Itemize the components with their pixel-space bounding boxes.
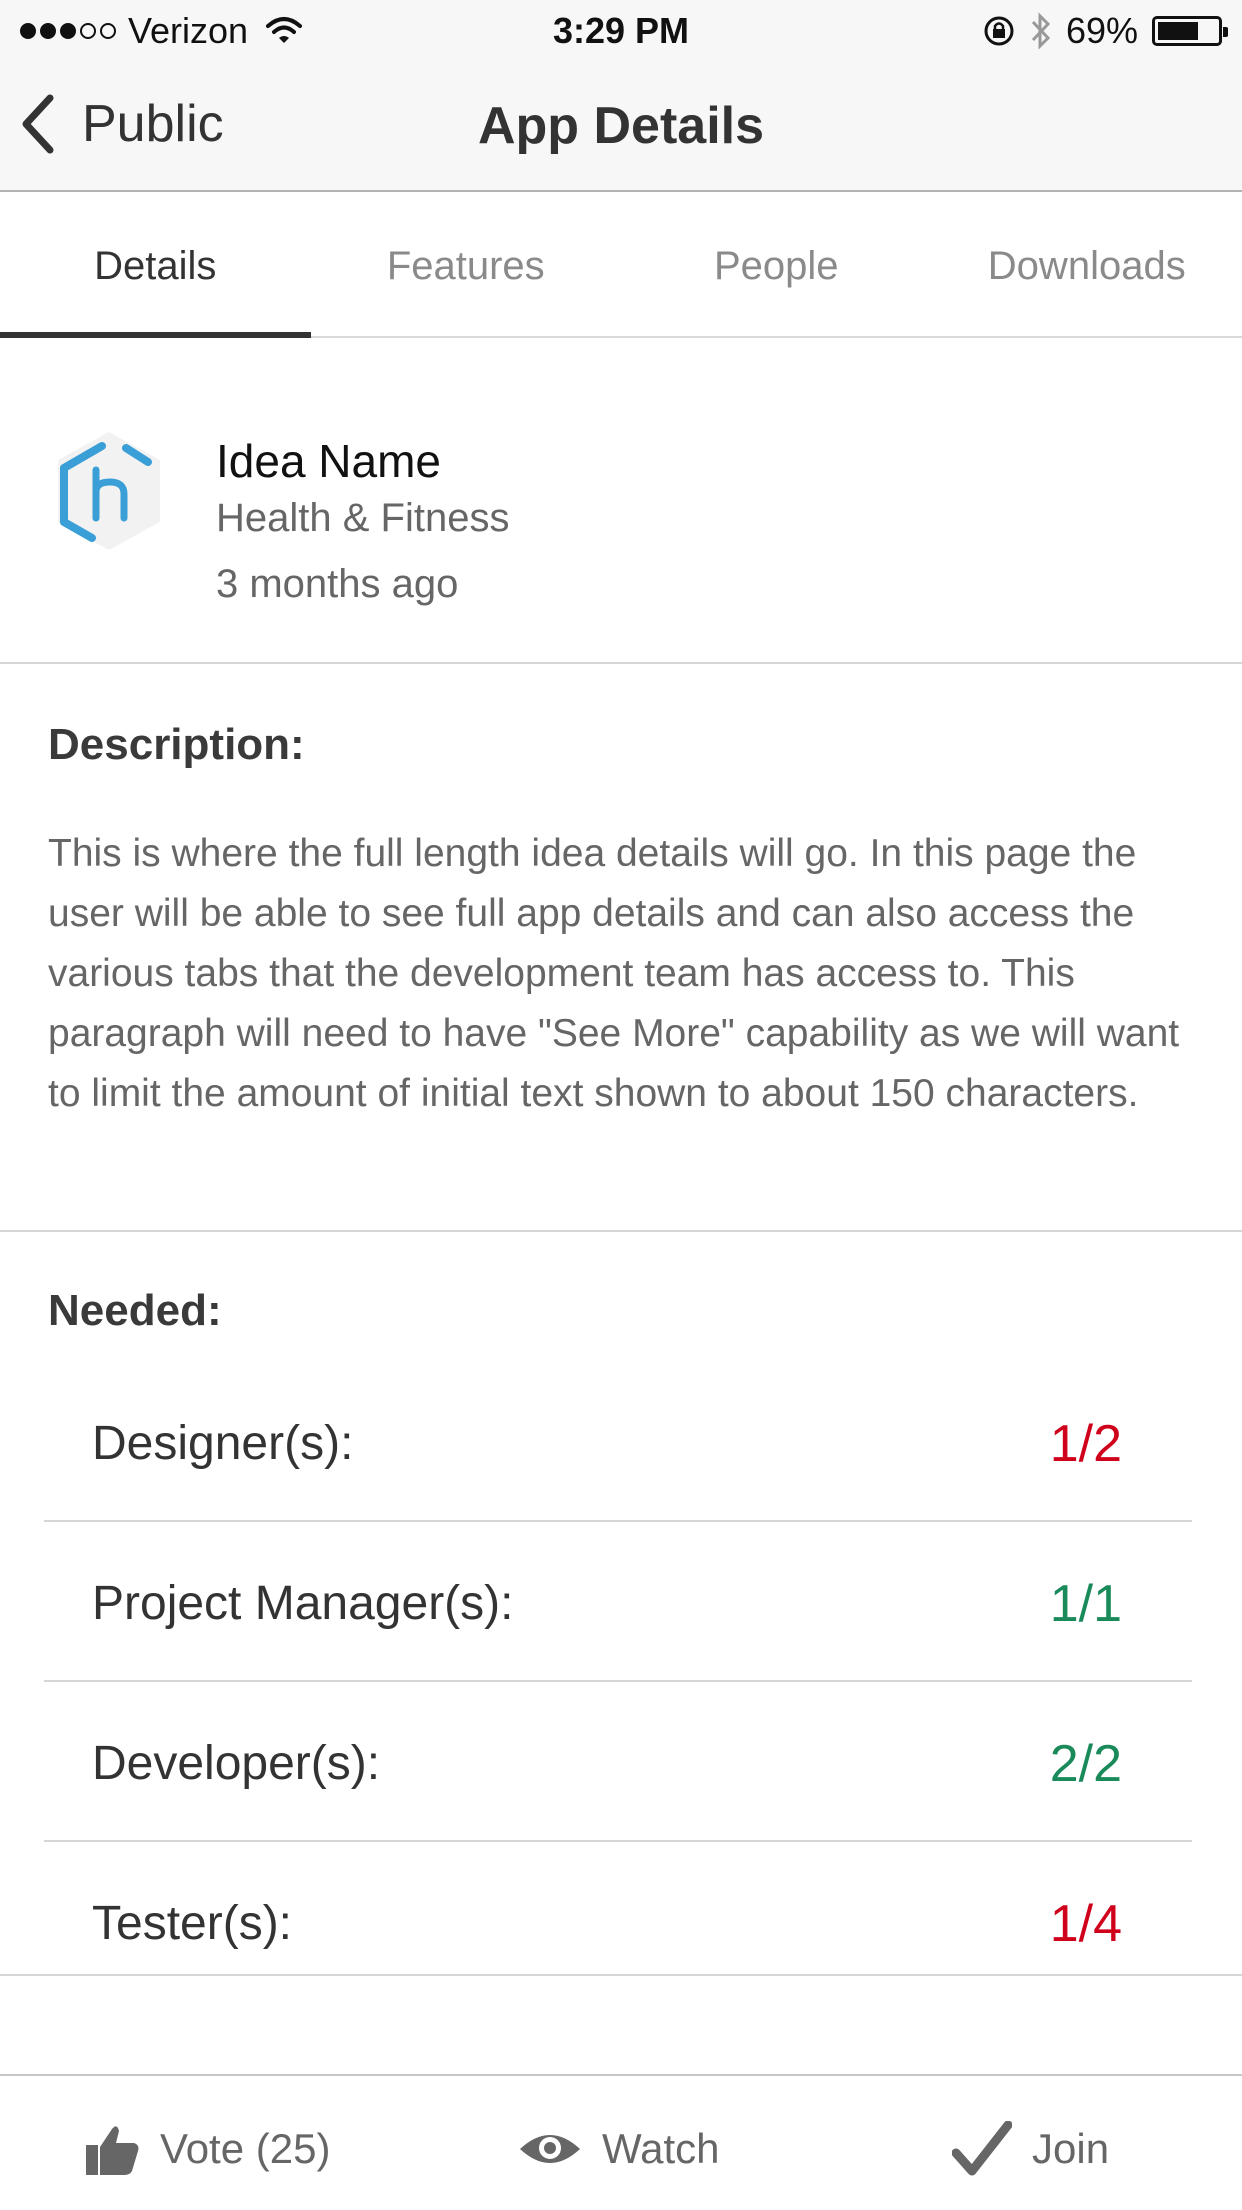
app-header: Idea Name Health & Fitness 3 months ago: [0, 338, 1242, 664]
navigation-bar: Public App Details: [0, 62, 1242, 192]
description-title: Description:: [48, 720, 305, 770]
role-row-designers: Designer(s): 1/2: [44, 1362, 1192, 1522]
status-bar: Verizon 3:29 PM 69%: [0, 0, 1242, 62]
tab-bar: Details Features People Downloads: [0, 192, 1242, 338]
description-text: This is where the full length idea detai…: [48, 824, 1198, 1124]
app-logo-icon: [44, 426, 174, 556]
role-count: 1/1: [1050, 1574, 1122, 1634]
app-name: Idea Name: [216, 434, 441, 488]
bottom-toolbar: Vote (25) Watch Join: [0, 2074, 1242, 2210]
thumbs-up-icon: [84, 2121, 140, 2177]
back-button[interactable]: Public: [20, 92, 224, 156]
role-count: 2/2: [1050, 1734, 1122, 1794]
watch-button-label: Watch: [602, 2125, 719, 2173]
eye-icon: [518, 2129, 582, 2169]
rotation-lock-icon: [982, 14, 1016, 48]
role-label: Tester(s):: [92, 1896, 292, 1951]
app-category: Health & Fitness: [216, 496, 509, 541]
tab-details[interactable]: Details: [0, 192, 311, 336]
role-count: 1/2: [1050, 1414, 1122, 1474]
description-section: Description: This is where the full leng…: [0, 664, 1242, 1232]
role-label: Developer(s):: [92, 1736, 380, 1791]
tab-downloads[interactable]: Downloads: [932, 192, 1242, 336]
needed-title: Needed:: [48, 1286, 222, 1336]
battery-icon: [1152, 16, 1222, 46]
role-row-testers: Tester(s): 1/4: [44, 1842, 1192, 2000]
chevron-left-icon: [20, 94, 56, 154]
bluetooth-icon: [1030, 12, 1052, 50]
join-button[interactable]: Join: [952, 2114, 1109, 2184]
tab-people[interactable]: People: [621, 192, 932, 336]
vote-button[interactable]: Vote (25): [84, 2114, 330, 2184]
needed-section: Needed: Designer(s): 1/2 Project Manager…: [0, 1232, 1242, 1976]
checkmark-icon: [952, 2121, 1012, 2177]
battery-level: [1158, 22, 1198, 40]
role-count: 1/4: [1050, 1894, 1122, 1954]
role-row-developers: Developer(s): 2/2: [44, 1682, 1192, 1842]
role-list: Designer(s): 1/2 Project Manager(s): 1/1…: [44, 1362, 1192, 2000]
join-button-label: Join: [1032, 2125, 1109, 2173]
vote-button-label: Vote (25): [160, 2125, 330, 2173]
tab-features[interactable]: Features: [311, 192, 622, 336]
role-label: Project Manager(s):: [92, 1576, 513, 1631]
app-posted-time: 3 months ago: [216, 562, 458, 607]
battery-percent: 69%: [1066, 10, 1138, 52]
back-button-label: Public: [82, 94, 224, 154]
watch-button[interactable]: Watch: [518, 2114, 719, 2184]
status-right: 69%: [968, 10, 1222, 52]
role-label: Designer(s):: [92, 1416, 353, 1471]
role-row-project-managers: Project Manager(s): 1/1: [44, 1522, 1192, 1682]
